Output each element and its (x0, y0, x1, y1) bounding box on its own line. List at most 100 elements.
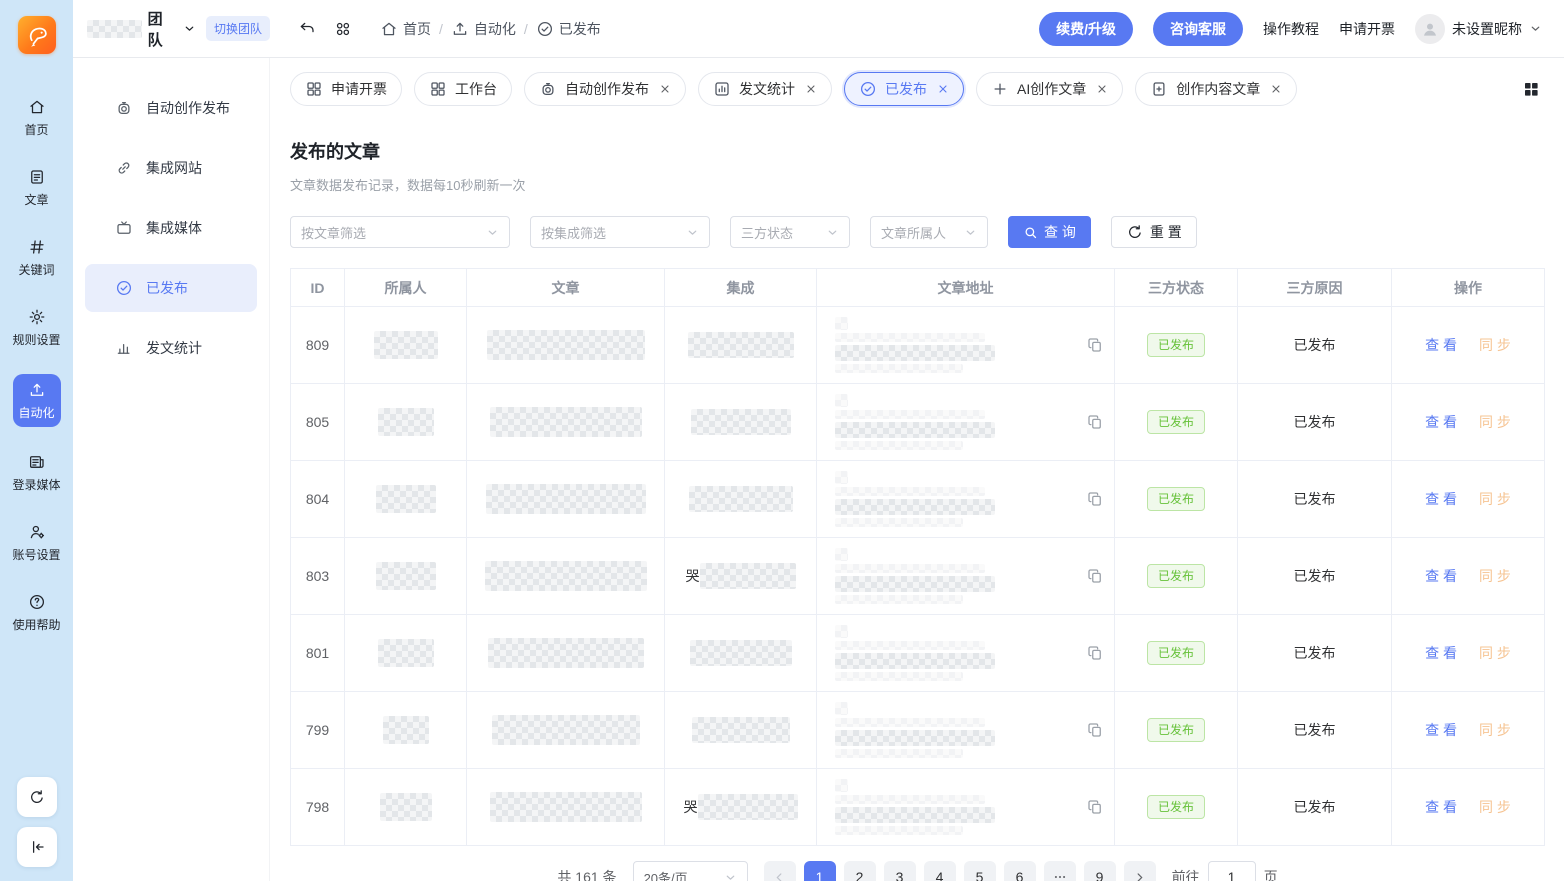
column-header: 三方状态 (1115, 269, 1238, 307)
view-link[interactable]: 查 看 (1425, 643, 1457, 663)
goto-page-input[interactable] (1208, 861, 1256, 881)
prev-page-button[interactable] (764, 861, 796, 881)
sync-link[interactable]: 同 步 (1479, 797, 1511, 817)
cell-integration: 哭 (665, 538, 817, 615)
status-filter-select[interactable]: 三方状态 (730, 216, 850, 248)
collapse-sidebar-button[interactable] (17, 827, 57, 867)
cell-integration (665, 461, 817, 538)
page-button-5[interactable]: 5 (964, 861, 996, 881)
copy-url-button[interactable] (1084, 565, 1106, 587)
sidebar-item-link[interactable]: 集成网站 (85, 144, 257, 192)
back-button[interactable] (294, 16, 320, 42)
copy-url-button[interactable] (1084, 488, 1106, 510)
sync-link[interactable]: 同 步 (1479, 489, 1511, 509)
tab-申请开票[interactable]: 申请开票 (290, 72, 402, 106)
more-pages-button[interactable] (1044, 861, 1076, 881)
copy-url-button[interactable] (1084, 642, 1106, 664)
copy-url-button[interactable] (1084, 334, 1106, 356)
breadcrumb-item[interactable]: 首页 (380, 19, 431, 39)
page-button-1[interactable]: 1 (804, 861, 836, 881)
rail-item-user-gear[interactable]: 账号设置 (9, 519, 65, 567)
breadcrumb-label: 自动化 (474, 19, 516, 39)
rail-item-upload[interactable]: 自动化 (13, 374, 61, 427)
rail-item-gear[interactable]: 规则设置 (9, 304, 65, 352)
sync-link[interactable]: 同 步 (1479, 335, 1511, 355)
switch-team-button[interactable]: 切换团队 (206, 16, 270, 41)
renew-upgrade-button[interactable]: 续费/升级 (1039, 12, 1133, 46)
rail-item-keyword[interactable]: 关键词 (9, 234, 65, 282)
view-link[interactable]: 查 看 (1425, 489, 1457, 509)
next-page-button[interactable] (1124, 861, 1156, 881)
tab-label: 工作台 (455, 79, 497, 99)
copy-url-button[interactable] (1084, 719, 1106, 741)
page-button-2[interactable]: 2 (844, 861, 876, 881)
customer-service-button[interactable]: 咨询客服 (1153, 12, 1243, 46)
total-count: 共 161 条 (557, 867, 616, 881)
sync-link[interactable]: 同 步 (1479, 566, 1511, 586)
team-name-suffix: 团队 (148, 8, 177, 50)
tab-AI创作文章[interactable]: AI创作文章 (976, 72, 1123, 106)
tutorial-link[interactable]: 操作教程 (1263, 19, 1319, 39)
view-link[interactable]: 查 看 (1425, 797, 1457, 817)
view-link[interactable]: 查 看 (1425, 412, 1457, 432)
cell-article-url (817, 692, 1115, 769)
sidebar-nav: 自动创作发布集成网站集成媒体已发布发文统计 (73, 84, 269, 372)
sync-link[interactable]: 同 步 (1479, 643, 1511, 663)
redacted-block (835, 441, 963, 450)
breadcrumb-item[interactable]: 已发布 (536, 19, 601, 39)
reset-button[interactable]: 重 置 (1111, 216, 1197, 248)
app-logo[interactable] (18, 16, 56, 54)
user-menu[interactable]: 未设置昵称 (1415, 14, 1542, 44)
tab-工作台[interactable]: 工作台 (414, 72, 512, 106)
tab-已发布[interactable]: 已发布 (844, 72, 964, 106)
view-link[interactable]: 查 看 (1425, 720, 1457, 740)
status-badge: 已发布 (1147, 795, 1205, 820)
breadcrumb-item[interactable]: 自动化 (451, 19, 516, 39)
cell-id: 804 (291, 461, 345, 538)
close-icon[interactable] (805, 83, 817, 95)
view-link[interactable]: 查 看 (1425, 335, 1457, 355)
invoice-link[interactable]: 申请开票 (1339, 19, 1395, 39)
cell-reason: 已发布 (1238, 461, 1392, 538)
page-button-9[interactable]: 9 (1084, 861, 1116, 881)
refresh-icon (28, 788, 46, 806)
copy-url-button[interactable] (1084, 796, 1106, 818)
sync-link[interactable]: 同 步 (1479, 412, 1511, 432)
close-icon[interactable] (1096, 83, 1108, 95)
sidebar-item-tv[interactable]: 集成媒体 (85, 204, 257, 252)
sync-link[interactable]: 同 步 (1479, 720, 1511, 740)
apps-button[interactable] (330, 16, 356, 42)
article-filter-select[interactable]: 按文章筛选 (290, 216, 510, 248)
page-button-6[interactable]: 6 (1004, 861, 1036, 881)
refresh-button[interactable] (17, 777, 57, 817)
sidebar-item-bars[interactable]: 发文统计 (85, 324, 257, 372)
tab-发文统计[interactable]: 发文统计 (698, 72, 832, 106)
close-icon[interactable] (937, 83, 949, 95)
rail-item-article[interactable]: 文章 (9, 164, 65, 212)
chevron-down-icon (826, 226, 839, 239)
search-button[interactable]: 查 询 (1008, 216, 1091, 248)
tab-自动创作发布[interactable]: 自动创作发布 (524, 72, 686, 106)
tv-icon (115, 219, 133, 237)
copy-url-button[interactable] (1084, 411, 1106, 433)
page-button-4[interactable]: 4 (924, 861, 956, 881)
cell-actions: 查 看同 步 (1392, 769, 1545, 846)
rail-item-help[interactable]: 使用帮助 (9, 589, 65, 637)
redacted-block (691, 409, 791, 435)
sidebar-item-check-circle[interactable]: 已发布 (85, 264, 257, 312)
tab-创作内容文章[interactable]: 创作内容文章 (1135, 72, 1297, 106)
sidebar-item-auto[interactable]: 自动创作发布 (85, 84, 257, 132)
view-link[interactable]: 查 看 (1425, 566, 1457, 586)
owner-filter-select[interactable]: 文章所属人 (870, 216, 988, 248)
rail-item-newspaper[interactable]: 登录媒体 (9, 449, 65, 497)
close-icon[interactable] (659, 83, 671, 95)
tab-layout-button[interactable] (1518, 76, 1544, 102)
close-icon[interactable] (1270, 83, 1282, 95)
team-selector[interactable]: 团队 切换团队 (73, 8, 270, 50)
cell-actions: 查 看同 步 (1392, 615, 1545, 692)
sidebar-item-label: 发文统计 (146, 338, 202, 358)
integration-filter-select[interactable]: 按集成筛选 (530, 216, 710, 248)
page-size-select[interactable]: 20条/页 (633, 861, 748, 881)
page-button-3[interactable]: 3 (884, 861, 916, 881)
rail-item-home[interactable]: 首页 (9, 94, 65, 142)
